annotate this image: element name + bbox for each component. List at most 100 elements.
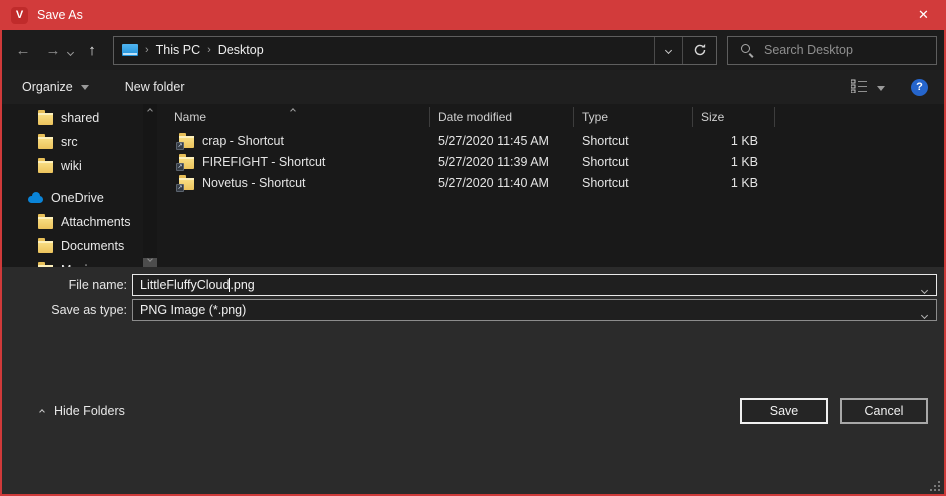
folder-icon [38,265,53,267]
column-header-name[interactable]: Name [159,107,430,127]
help-button[interactable]: ? [911,79,928,96]
shortcut-arrow-icon: ↗ [176,142,184,150]
sidebar-item-documents[interactable]: Documents [2,234,143,258]
scrollbar-track[interactable] [143,118,157,253]
folder-shortcut-icon: ↗ [179,178,194,190]
size-cell: 1 KB [693,155,775,169]
new-folder-label: New folder [125,80,185,94]
chevron-up-icon [39,409,45,415]
forward-button[interactable]: → [44,43,62,58]
file-name-cell: ↗ crap - Shortcut [159,134,430,148]
search-icon [740,43,754,57]
folder-icon [38,137,53,149]
close-icon: ✕ [918,7,929,23]
size-cell: 1 KB [693,134,775,148]
crumb-this-pc[interactable]: This PC [156,43,200,57]
close-button[interactable]: ✕ [901,0,946,30]
refresh-icon [693,43,707,57]
recent-locations-button[interactable] [68,42,73,60]
file-name-dropdown-button[interactable] [922,282,927,296]
crumb-separator: › [207,44,211,56]
column-label: Type [582,110,608,124]
file-list: Name Date modified Type Size ↗ crap - Sh… [157,104,944,267]
view-options-dropdown[interactable] [877,80,885,94]
save-as-type-dropdown-button[interactable] [922,307,927,321]
file-name-input[interactable]: LittleFluffyCloud.png [132,274,937,296]
search-input[interactable]: Search Desktop [727,36,937,65]
location-monitor-icon [122,44,138,56]
save-as-type-value: PNG Image (*.png) [140,303,246,317]
dialog-footer: Hide Folders Save Cancel [2,329,944,494]
sidebar-item-attachments[interactable]: Attachments [2,210,143,234]
help-icon: ? [916,81,923,93]
date-modified-cell: 5/27/2020 11:39 AM [430,155,574,169]
back-button[interactable]: ← [14,43,32,58]
file-row-novetus-shortcut[interactable]: ↗ Novetus - Shortcut 5/27/2020 11:40 AM … [159,172,944,193]
hide-folders-label: Hide Folders [54,404,125,418]
chevron-up-icon [147,108,153,114]
save-as-type-select[interactable]: PNG Image (*.png) [132,299,937,321]
file-name-text: crap - Shortcut [202,134,284,148]
action-buttons: Save Cancel [740,398,928,424]
folder-icon [38,113,53,125]
crumb-desktop[interactable]: Desktop [218,43,264,57]
file-row-crap-shortcut[interactable]: ↗ crap - Shortcut 5/27/2020 11:45 AM Sho… [159,130,944,151]
save-button[interactable]: Save [740,398,828,424]
chevron-down-icon [921,287,928,294]
sidebar-item-label: Attachments [61,215,130,229]
hide-folders-button[interactable]: Hide Folders [40,404,125,418]
new-folder-button[interactable]: New folder [125,80,185,94]
sidebar-item-music[interactable]: Music [2,258,143,267]
cancel-button[interactable]: Cancel [840,398,928,424]
resize-grip[interactable] [930,481,941,492]
column-header-size[interactable]: Size [693,107,775,127]
window-title: Save As [37,8,901,22]
scroll-up-button[interactable] [148,104,152,118]
column-label: Size [701,110,724,124]
onedrive-cloud-icon [28,196,43,203]
file-fields-panel: File name: LittleFluffyCloud.png Save as… [2,267,944,329]
file-name-value-before-caret: LittleFluffyCloud [140,278,229,292]
column-header-date-modified[interactable]: Date modified [430,107,574,127]
file-row-firefight-shortcut[interactable]: ↗ FIREFIGHT - Shortcut 5/27/2020 11:39 A… [159,151,944,172]
folder-icon [38,241,53,253]
sidebar-scrollbar[interactable] [143,104,157,267]
folder-shortcut-icon: ↗ [179,136,194,148]
address-dropdown-button[interactable] [654,37,682,64]
navigation-pane: shared src wiki OneDrive Attachments Doc… [2,104,143,267]
navigation-bar: ← → ↑ › This PC › Desktop Search Desktop [2,30,944,70]
folder-shortcut-icon: ↗ [179,157,194,169]
chevron-down-icon [877,86,885,91]
sidebar-item-onedrive[interactable]: OneDrive [2,186,143,210]
sidebar-item-label: src [61,135,78,149]
organize-label: Organize [22,80,73,94]
file-name-text: Novetus - Shortcut [202,176,306,190]
file-name-cell: ↗ Novetus - Shortcut [159,176,430,190]
shortcut-arrow-icon: ↗ [176,163,184,171]
sidebar-item-shared[interactable]: shared [2,106,143,130]
file-name-label: File name: [2,278,127,292]
column-headers: Name Date modified Type Size [159,104,944,130]
column-label: Name [174,110,206,124]
change-view-button[interactable] [851,79,868,96]
column-header-type[interactable]: Type [574,107,693,127]
type-cell: Shortcut [574,176,693,190]
sidebar-item-label: shared [61,111,99,125]
sidebar-item-src[interactable]: src [2,130,143,154]
save-as-dialog: V Save As ✕ ← → ↑ › This PC › Desktop Se… [0,0,946,496]
breadcrumb: › This PC › Desktop [114,37,654,64]
up-button[interactable]: ↑ [83,43,101,58]
sidebar-item-label: Documents [61,239,124,253]
refresh-button[interactable] [682,37,716,64]
chevron-down-icon [67,49,74,56]
shortcut-arrow-icon: ↗ [176,184,184,192]
organize-button[interactable]: Organize [22,80,89,94]
file-name-text: FIREFIGHT - Shortcut [202,155,325,169]
type-cell: Shortcut [574,155,693,169]
sort-ascending-icon [291,104,295,116]
command-toolbar: Organize New folder ? [2,70,944,104]
address-bar[interactable]: › This PC › Desktop [113,36,717,65]
main-area: shared src wiki OneDrive Attachments Doc… [2,104,944,267]
sidebar-item-wiki[interactable]: wiki [2,154,143,178]
crumb-separator: › [145,44,149,56]
